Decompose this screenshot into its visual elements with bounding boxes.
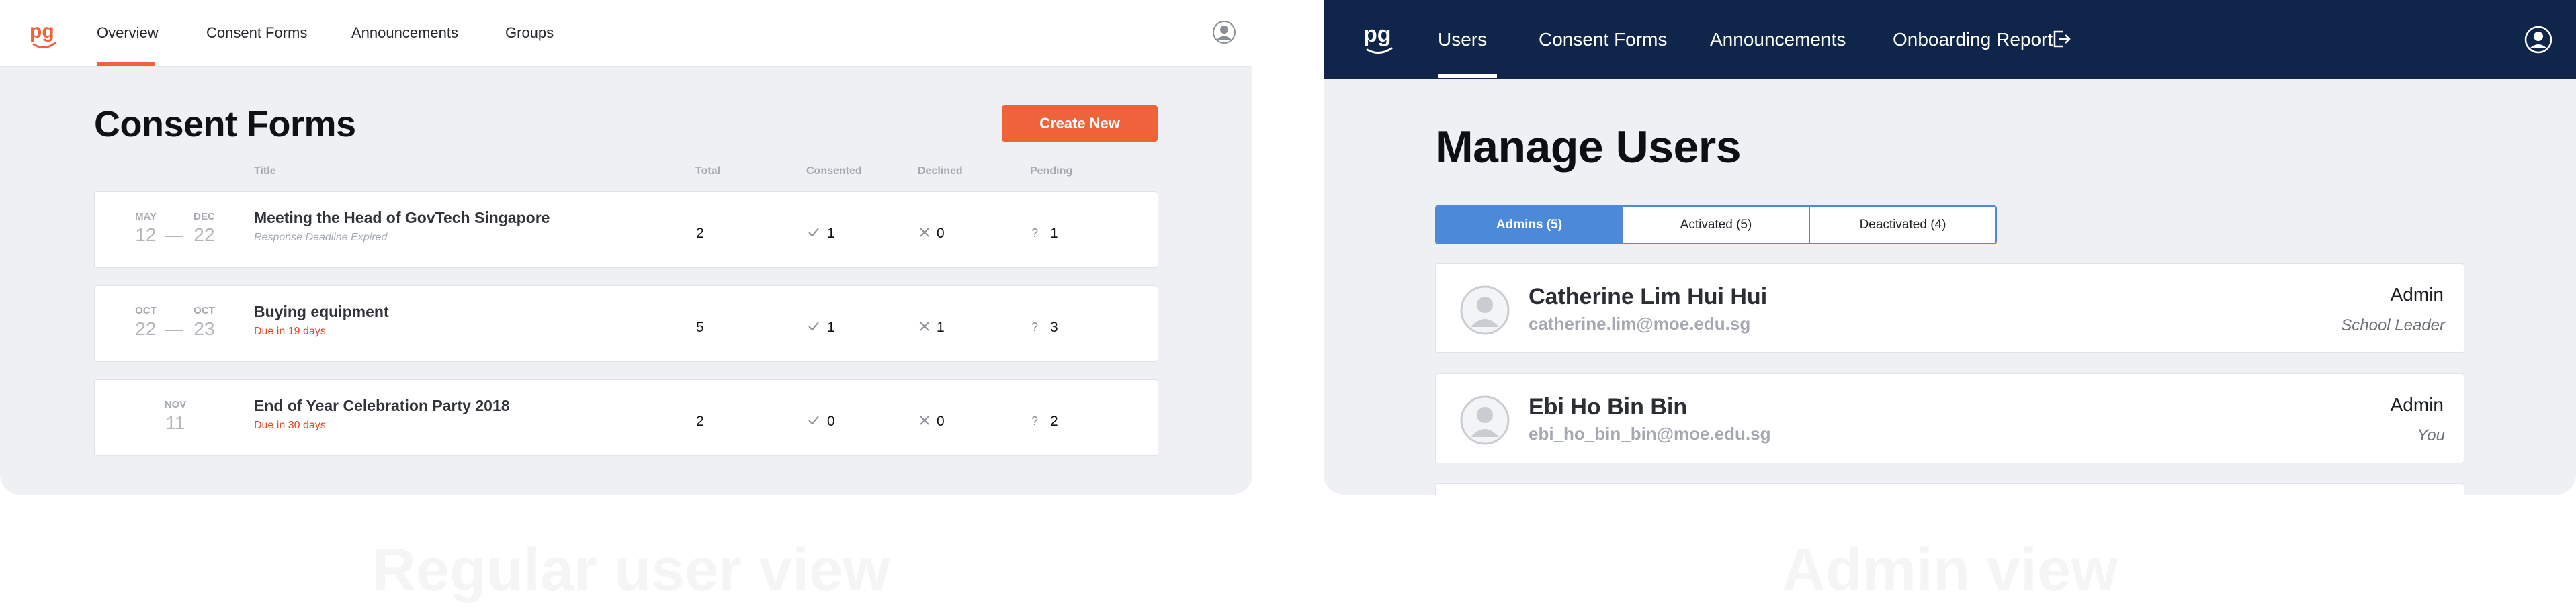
- start-month: NOV: [164, 399, 187, 410]
- tab-admins[interactable]: Admins (5): [1436, 207, 1623, 243]
- total-count: 5: [696, 320, 704, 335]
- user-filter-tabs: Admins (5) Activated (5) Deactivated (4): [1435, 205, 1997, 244]
- form-status: Due in 30 days: [254, 420, 326, 431]
- declined-count: 0: [937, 414, 945, 429]
- profile-icon[interactable]: [1212, 20, 1236, 44]
- consent-form-row[interactable]: OCT 22 — OCT 23 Buying equipment Due in …: [94, 285, 1158, 362]
- external-link-icon[interactable]: [2051, 28, 2072, 50]
- user-row[interactable]: Catherine Lim Hui Hui catherine.lim@moe.…: [1435, 263, 2464, 353]
- start-day: 11: [165, 412, 185, 433]
- question-icon: ?: [1031, 320, 1039, 334]
- nav-groups[interactable]: Groups: [505, 24, 554, 42]
- end-month: OCT: [194, 305, 215, 316]
- pending-count: 1: [1050, 226, 1058, 241]
- start-day: 12: [135, 224, 157, 245]
- top-navbar: pg Users Consent Forms Announcements Onb…: [1324, 0, 2576, 79]
- column-header-consented: Consented: [806, 165, 862, 177]
- regular-user-panel: pg Overview Consent Forms Announcements …: [0, 0, 1252, 495]
- end-day: 23: [194, 318, 215, 339]
- caption-admin-view: Admin view: [1782, 536, 2118, 604]
- user-row[interactable]: [1435, 483, 2464, 495]
- form-status: Response Deadline Expired: [254, 232, 388, 243]
- consented-count: 1: [827, 320, 835, 335]
- avatar: [1460, 285, 1510, 335]
- question-icon: ?: [1031, 414, 1039, 428]
- cross-icon: [918, 320, 933, 334]
- consent-form-row[interactable]: MAY 12 — DEC 22 Meeting the Head of GovT…: [94, 191, 1158, 268]
- form-title[interactable]: Buying equipment: [254, 303, 389, 321]
- user-subtitle: School Leader: [2341, 316, 2445, 334]
- pg-logo-icon[interactable]: pg: [27, 17, 62, 50]
- consented-count: 0: [827, 414, 835, 429]
- nav-consent-forms[interactable]: Consent Forms: [1539, 29, 1667, 50]
- total-count: 2: [696, 226, 704, 241]
- start-month: OCT: [135, 305, 157, 316]
- pending-count: 3: [1050, 320, 1058, 335]
- caption-regular-view: Regular user view: [372, 536, 890, 604]
- total-count: 2: [696, 414, 704, 429]
- consented-count: 1: [827, 226, 835, 241]
- create-new-button[interactable]: Create New: [1002, 105, 1158, 142]
- page-title: Manage Users: [1435, 122, 1742, 173]
- cross-icon: [918, 414, 933, 428]
- column-header-pending: Pending: [1030, 165, 1073, 177]
- check-icon: [807, 320, 822, 334]
- column-header-title: Title: [254, 165, 276, 177]
- user-name: Ebi Ho Bin Bin: [1529, 394, 1688, 420]
- pending-count: 2: [1050, 414, 1058, 429]
- active-tab-indicator: [1438, 74, 1497, 78]
- user-email: catherine.lim@moe.edu.sg: [1529, 314, 1751, 334]
- nav-announcements[interactable]: Announcements: [351, 24, 458, 42]
- user-name: Catherine Lim Hui Hui: [1529, 284, 1768, 310]
- tab-activated[interactable]: Activated (5): [1623, 207, 1810, 243]
- start-month: MAY: [135, 211, 157, 222]
- start-day: 22: [135, 318, 157, 339]
- admin-panel: pg Users Consent Forms Announcements Onb…: [1324, 0, 2576, 495]
- page-title: Consent Forms: [94, 104, 356, 144]
- nav-users[interactable]: Users: [1438, 29, 1487, 50]
- nav-consent-forms[interactable]: Consent Forms: [206, 24, 307, 42]
- check-icon: [807, 414, 822, 428]
- user-role: Admin: [2390, 284, 2444, 305]
- column-header-declined: Declined: [918, 165, 963, 177]
- declined-count: 1: [937, 320, 945, 335]
- declined-count: 0: [937, 226, 945, 241]
- form-title[interactable]: End of Year Celebration Party 2018: [254, 397, 510, 415]
- user-role: Admin: [2390, 394, 2444, 415]
- svg-text:pg: pg: [1363, 21, 1391, 47]
- user-email: ebi_ho_bin_bin@moe.edu.sg: [1529, 424, 1771, 444]
- check-icon: [807, 226, 822, 240]
- svg-text:pg: pg: [30, 20, 54, 42]
- form-status: Due in 19 days: [254, 326, 326, 337]
- tab-deactivated[interactable]: Deactivated (4): [1810, 207, 1995, 243]
- cross-icon: [918, 226, 933, 240]
- form-title[interactable]: Meeting the Head of GovTech Singapore: [254, 209, 550, 227]
- active-tab-indicator: [97, 62, 155, 66]
- nav-onboarding-report[interactable]: Onboarding Report: [1893, 29, 2053, 50]
- date-range-dash: —: [165, 224, 183, 245]
- question-icon: ?: [1031, 226, 1039, 240]
- end-day: 22: [194, 224, 215, 245]
- date-range-dash: —: [165, 318, 183, 339]
- profile-icon[interactable]: [2524, 26, 2552, 54]
- user-row[interactable]: Ebi Ho Bin Bin ebi_ho_bin_bin@moe.edu.sg…: [1435, 373, 2464, 463]
- top-navbar: pg Overview Consent Forms Announcements …: [0, 0, 1252, 67]
- consent-form-row[interactable]: NOV 11 End of Year Celebration Party 201…: [94, 379, 1158, 456]
- pg-logo-icon[interactable]: pg: [1361, 19, 1398, 56]
- nav-announcements[interactable]: Announcements: [1710, 29, 1846, 50]
- end-month: DEC: [194, 211, 215, 222]
- nav-overview[interactable]: Overview: [97, 24, 159, 42]
- user-subtitle: You: [2417, 426, 2445, 444]
- avatar: [1460, 395, 1510, 445]
- column-header-total: Total: [695, 165, 721, 177]
